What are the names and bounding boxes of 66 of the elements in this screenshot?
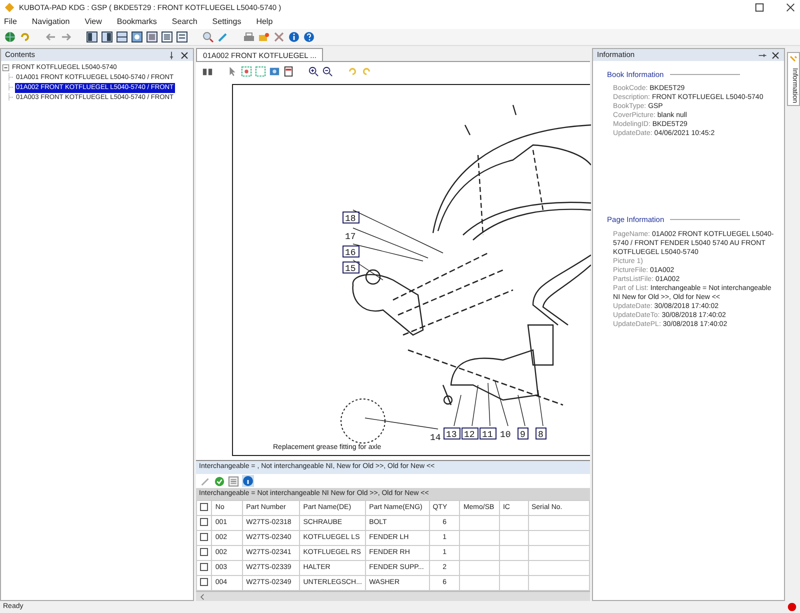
callout-number: 10 <box>500 430 511 440</box>
callout-number: 11 <box>482 430 493 440</box>
menu-item[interactable]: Search <box>172 16 198 28</box>
callout-number: 16 <box>345 248 356 258</box>
info-icon[interactable] <box>288 31 300 43</box>
checkbox[interactable] <box>200 578 208 586</box>
menu-item[interactable]: File <box>4 16 17 28</box>
checkbox[interactable] <box>200 532 208 541</box>
detail-circle <box>340 398 386 444</box>
close-icon[interactable] <box>771 50 780 60</box>
tree-connector-icon <box>6 73 15 83</box>
page-icon[interactable] <box>283 66 294 76</box>
record-dot-icon <box>787 602 797 612</box>
list-view-icon[interactable] <box>176 31 188 43</box>
zoom-area-icon[interactable] <box>241 66 252 76</box>
checkbox[interactable] <box>200 518 208 526</box>
printer-icon[interactable] <box>243 31 255 43</box>
close-icon[interactable] <box>180 50 190 60</box>
callout-box <box>536 428 547 440</box>
checkbox[interactable] <box>200 548 208 556</box>
callout-box <box>462 428 479 440</box>
forward-arrow-icon[interactable] <box>60 31 72 43</box>
back-arrow-icon[interactable] <box>45 31 57 43</box>
leader-line <box>454 394 462 426</box>
callout-box <box>342 212 360 224</box>
callout-box <box>480 428 497 440</box>
callout-number: 13 <box>446 430 457 440</box>
tree-connector-icon <box>6 93 15 103</box>
check-icon[interactable] <box>214 476 226 486</box>
menu-item[interactable]: Settings <box>212 16 242 28</box>
menu-item[interactable]: Navigation <box>32 16 70 28</box>
collapse-icon[interactable] <box>2 64 11 72</box>
app-logo-icon <box>4 2 15 13</box>
zoom-in-icon[interactable] <box>308 66 320 76</box>
window-layout-icon[interactable] <box>101 31 113 43</box>
callout-number: 8 <box>538 430 544 440</box>
page-icon[interactable] <box>146 31 158 43</box>
menu-item[interactable]: Help <box>256 16 273 28</box>
list-view-icon[interactable] <box>161 31 173 43</box>
maximize-icon[interactable] <box>754 2 765 13</box>
callout-box <box>342 246 360 258</box>
checkbox[interactable] <box>200 502 208 511</box>
callout-box <box>444 428 461 440</box>
zoom-out-icon[interactable] <box>322 66 334 76</box>
globe-icon[interactable] <box>4 31 16 43</box>
callout-number: 12 <box>464 430 475 440</box>
menu-item[interactable]: Bookmarks <box>116 16 157 28</box>
callout-box <box>342 262 360 274</box>
fit-page-icon[interactable] <box>255 66 266 76</box>
callout-box <box>518 428 529 440</box>
info-icon[interactable] <box>242 475 254 487</box>
checkbox[interactable] <box>200 562 208 571</box>
help-icon[interactable] <box>303 31 315 43</box>
callout-number: 15 <box>345 264 356 274</box>
tree-connector-icon <box>6 83 15 93</box>
pencil-icon[interactable] <box>217 31 229 43</box>
callout-number: 14 <box>430 433 441 443</box>
image-icon[interactable] <box>131 31 143 43</box>
menu-item[interactable]: View <box>84 16 102 28</box>
window-layout-icon[interactable] <box>116 31 128 43</box>
callout-number: 17 <box>345 232 356 242</box>
callout-number: 9 <box>520 430 526 440</box>
callout-number: 18 <box>345 214 356 224</box>
magnifier-icon[interactable] <box>202 31 214 43</box>
close-icon[interactable] <box>785 2 796 13</box>
window-layout-icon[interactable] <box>86 31 98 43</box>
